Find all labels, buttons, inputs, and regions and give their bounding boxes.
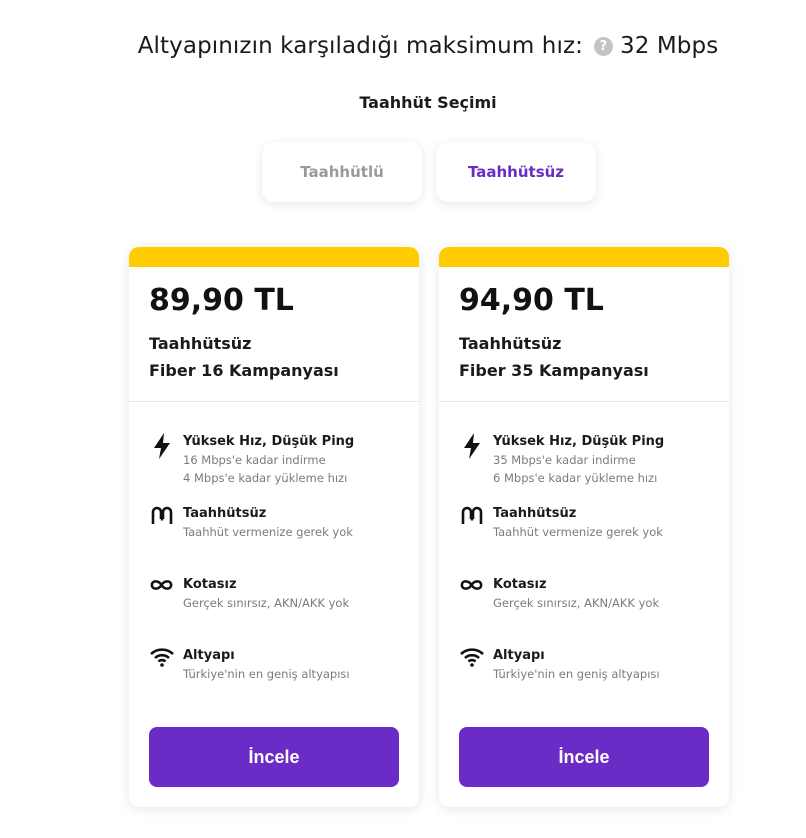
- feature-desc: Taahhüt vermenize gerek yok: [183, 525, 353, 539]
- loops-icon: [149, 505, 174, 530]
- wifi-icon: [459, 647, 484, 672]
- lightning-icon: [459, 433, 484, 459]
- plan-card-banner: [129, 247, 419, 267]
- plan-price: 94,90 TL: [459, 283, 604, 318]
- plan-divider: [129, 401, 419, 402]
- plan-name: Taahhütsüz Fiber 35 Kampanyası: [459, 330, 649, 384]
- feature-title: Altyapı: [183, 648, 235, 663]
- feature-desc: 16 Mbps'e kadar indirme: [183, 453, 326, 467]
- feature-quota: Kotasız Gerçek sınırsız, AKN/AKK yok: [459, 576, 719, 612]
- feature-title: Altyapı: [493, 648, 545, 663]
- feature-title: Taahhütsüz: [183, 506, 267, 521]
- plan-price: 89,90 TL: [149, 283, 294, 318]
- max-speed-label: Altyapınızın karşıladığı maksimum hız:: [137, 33, 583, 59]
- feature-desc: Gerçek sınırsız, AKN/AKK yok: [183, 596, 350, 610]
- plan-card: 89,90 TL Taahhütsüz Fiber 16 Kampanyası …: [129, 247, 419, 807]
- feature-desc: 35 Mbps'e kadar indirme: [493, 453, 636, 467]
- plan-name-line2: Fiber 35 Kampanyası: [459, 361, 649, 380]
- question-circle-icon[interactable]: ?: [593, 36, 613, 56]
- max-speed-headline: Altyapınızın karşıladığı maksimum hız: ?…: [0, 33, 806, 59]
- wifi-icon: [149, 647, 174, 672]
- infinity-icon: [459, 576, 484, 601]
- feature-desc: 4 Mbps'e kadar yükleme hızı: [183, 471, 348, 485]
- plan-divider: [439, 401, 729, 402]
- feature-title: Yüksek Hız, Düşük Ping: [493, 434, 665, 449]
- incele-button[interactable]: İncele: [149, 727, 399, 787]
- feature-desc: Gerçek sınırsız, AKN/AKK yok: [493, 596, 660, 610]
- commitment-title: Taahhüt Seçimi: [359, 93, 497, 112]
- feature-title: Kotasız: [493, 577, 547, 592]
- loops-icon: [459, 505, 484, 530]
- feature-infrastructure: Altyapı Türkiye'nin en geniş altyapısı: [459, 647, 719, 683]
- plan-name: Taahhütsüz Fiber 16 Kampanyası: [149, 330, 339, 384]
- feature-title: Kotasız: [183, 577, 237, 592]
- lightning-icon: [149, 433, 174, 459]
- feature-desc: 6 Mbps'e kadar yükleme hızı: [493, 471, 658, 485]
- feature-desc: Taahhüt vermenize gerek yok: [493, 525, 663, 539]
- tab-taahhutlu[interactable]: Taahhütlü: [262, 142, 422, 202]
- feature-title: Taahhütsüz: [493, 506, 577, 521]
- plan-name-line2: Fiber 16 Kampanyası: [149, 361, 339, 380]
- feature-quota: Kotasız Gerçek sınırsız, AKN/AKK yok: [149, 576, 409, 612]
- feature-commitment: Taahhütsüz Taahhüt vermenize gerek yok: [459, 505, 719, 541]
- incele-button[interactable]: İncele: [459, 727, 709, 787]
- feature-speed: Yüksek Hız, Düşük Ping 35 Mbps'e kadar i…: [459, 433, 719, 487]
- plan-card: 94,90 TL Taahhütsüz Fiber 35 Kampanyası …: [439, 247, 729, 807]
- feature-commitment: Taahhütsüz Taahhüt vermenize gerek yok: [149, 505, 409, 541]
- feature-infrastructure: Altyapı Türkiye'nin en geniş altyapısı: [149, 647, 409, 683]
- plan-card-banner: [439, 247, 729, 267]
- feature-speed: Yüksek Hız, Düşük Ping 16 Mbps'e kadar i…: [149, 433, 409, 487]
- feature-desc: Türkiye'nin en geniş altyapısı: [183, 667, 350, 681]
- feature-title: Yüksek Hız, Düşük Ping: [183, 434, 355, 449]
- tab-taahhutsuz[interactable]: Taahhütsüz: [436, 142, 596, 202]
- plan-name-line1: Taahhütsüz: [459, 334, 562, 353]
- infinity-icon: [149, 576, 174, 601]
- plan-name-line1: Taahhütsüz: [149, 334, 252, 353]
- feature-desc: Türkiye'nin en geniş altyapısı: [493, 667, 660, 681]
- max-speed-value: 32 Mbps: [619, 33, 719, 59]
